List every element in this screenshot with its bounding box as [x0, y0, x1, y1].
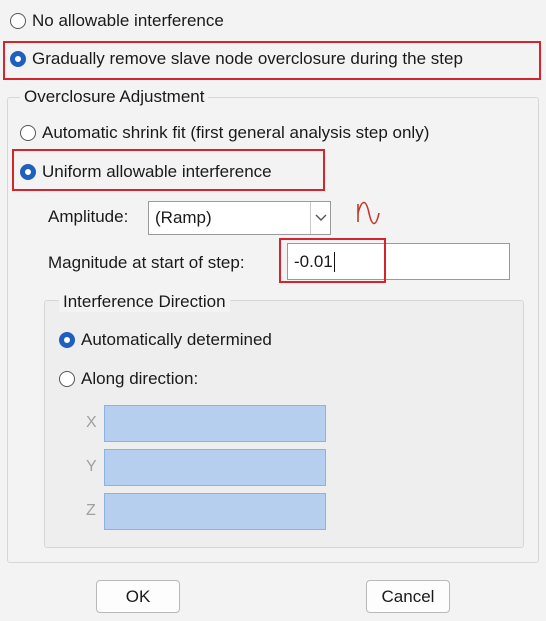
amplitude-dropdown[interactable]: (Ramp) — [148, 201, 331, 235]
radio-button-selected[interactable] — [59, 332, 75, 348]
magnitude-label: Magnitude at start of step: — [48, 253, 245, 272]
y-label: Y — [86, 458, 97, 475]
radio-automatic-shrink-fit[interactable]: Automatic shrink fit (first general anal… — [20, 123, 429, 143]
chevron-down-icon[interactable] — [310, 202, 330, 234]
ok-button[interactable]: OK — [96, 580, 180, 613]
amplitude-value: (Ramp) — [155, 208, 212, 227]
radio-button-selected[interactable] — [10, 51, 26, 67]
radio-button[interactable] — [20, 125, 36, 141]
text-cursor — [333, 251, 335, 272]
radio-label: Automatically determined — [81, 330, 272, 349]
ok-label: OK — [125, 586, 151, 606]
radio-label: Automatic shrink fit (first general anal… — [42, 123, 430, 142]
radio-button[interactable] — [10, 13, 26, 29]
magnitude-input[interactable]: -0.01 — [287, 243, 510, 280]
radio-label: No allowable interference — [32, 11, 224, 30]
x-field — [104, 405, 326, 442]
z-label: Z — [86, 502, 96, 519]
radio-button[interactable] — [59, 371, 75, 387]
radio-gradually-remove[interactable]: Gradually remove slave node overclosure … — [10, 49, 463, 69]
cancel-button[interactable]: Cancel — [366, 580, 450, 613]
x-label: X — [86, 414, 97, 431]
radio-no-interference[interactable]: No allowable interference — [10, 11, 224, 31]
y-field — [104, 449, 326, 486]
radio-automatically-determined[interactable]: Automatically determined — [59, 330, 272, 350]
z-field — [104, 493, 326, 530]
radio-button-selected[interactable] — [20, 164, 36, 180]
radio-along-direction[interactable]: Along direction: — [59, 369, 198, 389]
amplitude-label: Amplitude: — [48, 207, 129, 226]
radio-label: Uniform allowable interference — [42, 162, 272, 181]
group-title: Overclosure Adjustment — [20, 87, 209, 107]
magnitude-value: -0.01 — [294, 251, 333, 271]
group-title: Interference Direction — [59, 292, 230, 312]
radio-label: Gradually remove slave node overclosure … — [32, 49, 463, 68]
radio-uniform-interference[interactable]: Uniform allowable interference — [20, 162, 272, 182]
radio-label: Along direction: — [81, 369, 199, 388]
cancel-label: Cancel — [381, 586, 435, 606]
amplitude-curve-icon[interactable] — [354, 201, 382, 230]
